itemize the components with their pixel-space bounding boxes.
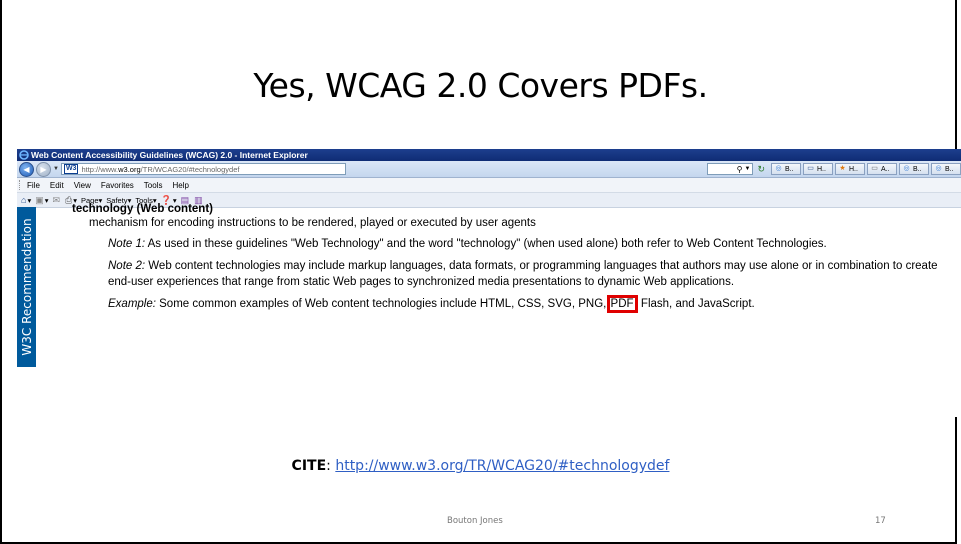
ie-page-icon: ◎: [935, 165, 942, 172]
cite-link[interactable]: http://www.w3.org/TR/WCAG20/#technologyd…: [335, 458, 669, 474]
browser-tab[interactable]: ◎ B..: [771, 163, 801, 175]
home-icon: ⌂: [21, 195, 27, 205]
back-button[interactable]: ◀: [19, 161, 34, 177]
w3c-recommendation-label: W3C Recommendation: [20, 218, 34, 356]
browser-tab[interactable]: ◎ B..: [931, 163, 961, 175]
footer-author: Bouton Jones: [447, 516, 503, 526]
note-1: Note 1: As used in these guidelines "Web…: [108, 238, 827, 250]
address-bar[interactable]: W3 http://www.w3.org/TR/WCAG20/#technolo…: [60, 163, 346, 175]
search-box[interactable]: ⚲ ▼: [707, 163, 754, 175]
browser-menubar: File Edit View Favorites Tools Help: [17, 178, 961, 193]
home-button[interactable]: ⌂ ▾: [21, 195, 31, 205]
browser-titlebar: Web Content Accessibility Guidelines (WC…: [17, 149, 961, 161]
menu-edit[interactable]: Edit: [45, 181, 69, 190]
glossary-definition: mechanism for encoding instructions to b…: [89, 217, 536, 229]
slide-title: Yes, WCAG 2.0 Covers PDFs.: [253, 66, 708, 105]
ie-page-icon: ◎: [903, 165, 910, 172]
feeds-button[interactable]: ▣ ▾: [35, 195, 48, 206]
mail-button[interactable]: ✉: [52, 195, 61, 206]
menu-help[interactable]: Help: [167, 181, 193, 190]
w3c-recommendation-banner: W3C Recommendation: [17, 207, 36, 367]
browser-tab[interactable]: ▭ H..: [803, 163, 833, 175]
glossary-term: technology (Web content): [72, 203, 213, 215]
pdf-highlight-box: PDF: [606, 295, 638, 313]
search-dropdown-icon[interactable]: ▼: [745, 166, 751, 172]
slide-number: 17: [875, 516, 886, 526]
menu-file[interactable]: File: [22, 181, 45, 190]
mail-icon: ✉: [52, 194, 61, 205]
browser-tab[interactable]: ▭ A..: [867, 163, 897, 175]
ie-logo-icon: [19, 150, 29, 160]
note-2: Note 2: Web content technologies may inc…: [108, 260, 938, 288]
ie-page-icon: ◎: [775, 165, 782, 172]
star-icon: ★: [839, 165, 846, 172]
address-url: http://www.w3.org/TR/WCAG20/#technologyd…: [81, 164, 240, 174]
menu-tools[interactable]: Tools: [139, 181, 168, 190]
menu-view[interactable]: View: [69, 181, 96, 190]
browser-tab[interactable]: ★ H..: [835, 163, 865, 175]
citation: CITE: http://www.w3.org/TR/WCAG20/#techn…: [291, 458, 670, 474]
refresh-icon[interactable]: ↻: [757, 164, 765, 175]
browser-window-title: Web Content Accessibility Guidelines (WC…: [31, 150, 308, 160]
browser-screenshot: Web Content Accessibility Guidelines (WC…: [17, 149, 961, 417]
page-content: W3C Recommendation technology (Web conte…: [17, 203, 961, 417]
w3-favicon: W3: [63, 164, 79, 174]
search-icon: ⚲: [736, 164, 743, 174]
browser-tab[interactable]: ◎ B..: [899, 163, 929, 175]
menu-favorites[interactable]: Favorites: [96, 181, 139, 190]
page-icon: ▭: [871, 165, 878, 172]
cite-label: CITE: [291, 458, 327, 474]
browser-address-row: ◀ ▶ ▼ W3 http://www.w3.org/TR/WCAG20/#te…: [17, 161, 961, 178]
forward-button[interactable]: ▶: [36, 161, 51, 177]
feeds-icon: ▣: [35, 194, 44, 205]
example-line: Example: Some common examples of Web con…: [108, 295, 755, 313]
history-dropdown-icon[interactable]: ▼: [53, 166, 59, 172]
page-icon: ▭: [807, 165, 814, 172]
